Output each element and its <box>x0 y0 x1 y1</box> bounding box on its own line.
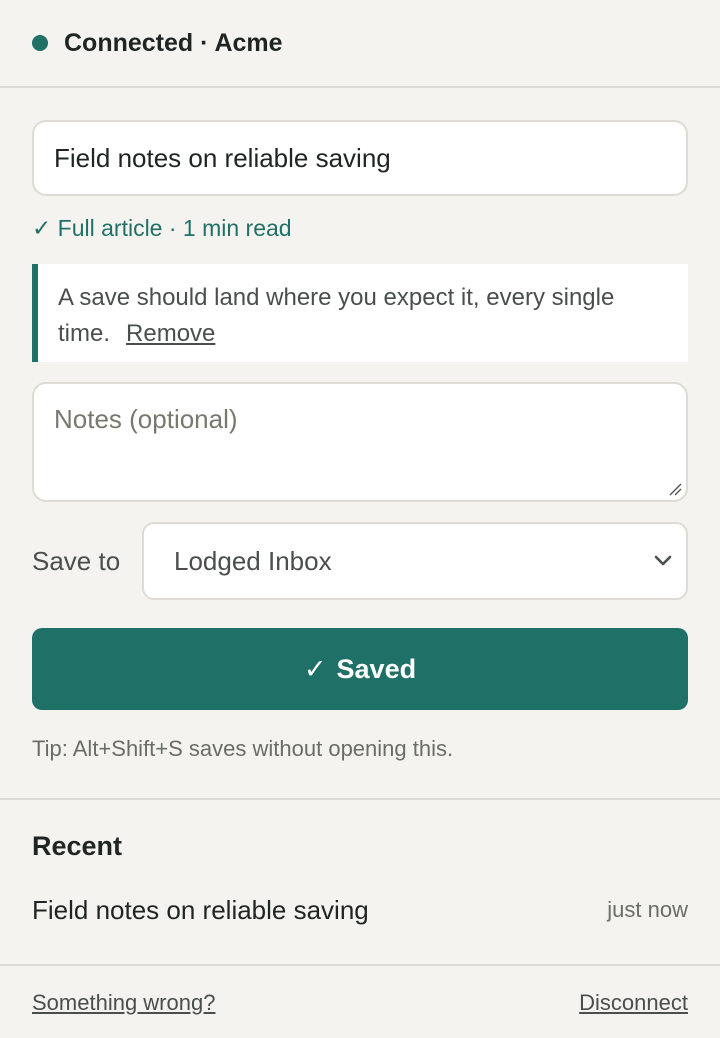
save-to-select[interactable]: Lodged Inbox <box>142 522 688 600</box>
save-to-selected-value: Lodged Inbox <box>174 545 332 576</box>
shortcut-tip: Tip: Alt+Shift+S saves without opening t… <box>32 736 454 761</box>
recent-heading: Recent <box>32 831 123 861</box>
excerpt-quote: A save should land where you expect it, … <box>32 264 688 362</box>
recent-item-title[interactable]: Field notes on reliable saving <box>32 895 369 926</box>
article-meta: ✓ Full article · 1 min read <box>32 215 292 241</box>
connected-status-dot-icon <box>32 35 48 51</box>
save-form: ✓ Full article · 1 min read A save shoul… <box>0 88 720 764</box>
title-input[interactable] <box>32 120 688 196</box>
recent-section: Recent Field notes on reliable saving ju… <box>0 830 720 926</box>
saved-button-label: Saved <box>336 653 417 684</box>
recent-item-time: just now <box>607 897 688 922</box>
disconnect-link[interactable]: Disconnect <box>579 990 688 1016</box>
divider <box>0 798 720 800</box>
list-item[interactable]: Field notes on reliable saving just now <box>32 894 688 926</box>
remove-excerpt-link[interactable]: Remove <box>126 320 215 347</box>
connection-header: Connected · Acme <box>0 0 720 88</box>
resize-grip-icon[interactable] <box>668 482 682 496</box>
saved-button[interactable]: ✓ Saved <box>32 628 688 710</box>
notes-container <box>32 382 688 502</box>
footer: Something wrong? Disconnect <box>0 966 720 1038</box>
save-to-label: Save to <box>32 545 121 576</box>
notes-field[interactable] <box>32 382 688 502</box>
check-icon: ✓ <box>303 653 327 684</box>
chevron-down-icon <box>654 555 672 566</box>
connection-status-text: Connected · Acme <box>64 28 283 57</box>
something-wrong-link[interactable]: Something wrong? <box>32 990 215 1016</box>
save-to-row: Save to Lodged Inbox <box>32 522 688 600</box>
